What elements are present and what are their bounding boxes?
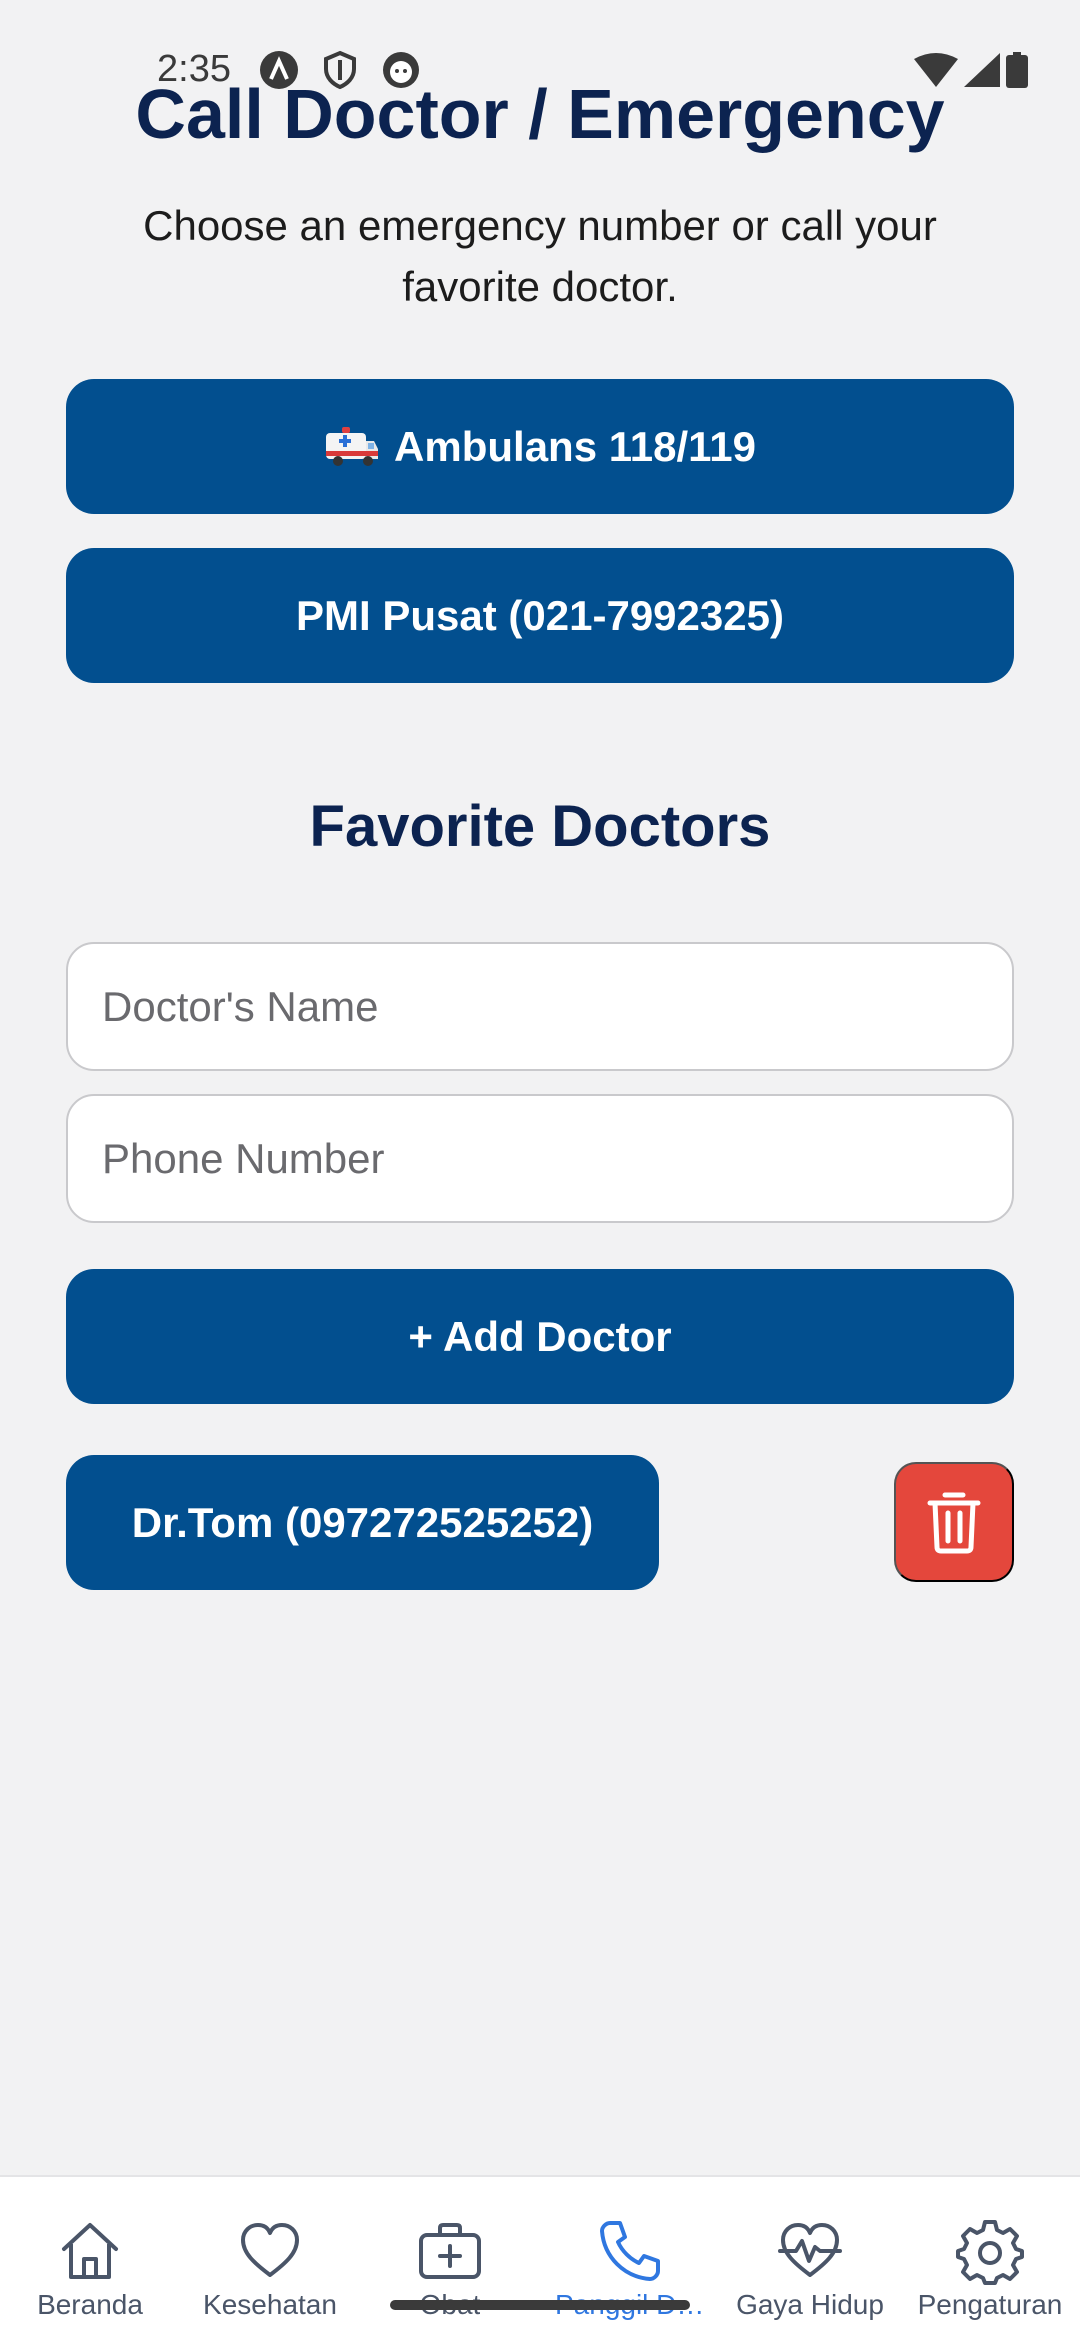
nav-label-gaya-hidup: Gaya Hidup <box>736 2289 884 2320</box>
nav-item-gaya-hidup[interactable]: Gaya Hidup <box>720 2177 900 2340</box>
call-doctor-screen: 2:35 Call Doctor / Emergency Choose an e… <box>0 0 1080 2340</box>
nav-label-pengaturan: Pengaturan <box>917 2289 1063 2320</box>
nav-item-beranda[interactable]: Beranda <box>0 2177 180 2340</box>
ambulance-call-button[interactable]: Ambulans 118/119 <box>66 379 1014 514</box>
favorite-doctor-call-button[interactable]: Dr.Tom (097272525252) <box>66 1455 659 1590</box>
pmi-call-button[interactable]: PMI Pusat (021-7992325) <box>66 548 1014 683</box>
add-doctor-button[interactable]: + Add Doctor <box>66 1269 1014 1404</box>
heart-pulse-icon <box>778 2223 842 2277</box>
favorite-doctors-title: Favorite Doctors <box>309 794 771 859</box>
home-icon <box>62 2223 118 2279</box>
favorite-doctor-label: Dr.Tom (097272525252) <box>131 1498 594 1546</box>
ambulance-call-label: Ambulans 118/119 <box>394 422 756 470</box>
nav-item-obat[interactable]: Obat <box>360 2177 540 2340</box>
home-indicator[interactable] <box>390 2300 690 2310</box>
trash-icon <box>927 1492 981 1554</box>
nav-item-kesehatan[interactable]: Kesehatan <box>180 2177 360 2340</box>
page-subtitle: Choose an emergency number or call your … <box>143 202 937 310</box>
nav-label-kesehatan: Kesehatan <box>203 2289 337 2320</box>
first-aid-kit-icon <box>419 2223 481 2279</box>
nav-label-beranda: Beranda <box>37 2289 143 2320</box>
heart-icon <box>241 2223 299 2277</box>
phone-icon <box>600 2221 660 2281</box>
doctor-name-input[interactable] <box>66 942 1014 1071</box>
gear-icon <box>956 2220 1024 2285</box>
nav-item-pengaturan[interactable]: Pengaturan <box>900 2177 1080 2340</box>
pmi-call-label: PMI Pusat (021-7992325) <box>296 591 784 639</box>
nav-item-panggil-dokter[interactable]: Panggil Dokter <box>540 2177 720 2340</box>
page-title: Call Doctor / Emergency <box>135 75 945 153</box>
ambulance-icon <box>326 426 379 466</box>
bottom-nav: Beranda Kesehatan Obat Panggil Dokter <box>0 2175 1080 2340</box>
delete-doctor-button[interactable] <box>894 1462 1014 1582</box>
add-doctor-label: + Add Doctor <box>408 1312 672 1360</box>
phone-number-input[interactable] <box>66 1094 1014 1223</box>
